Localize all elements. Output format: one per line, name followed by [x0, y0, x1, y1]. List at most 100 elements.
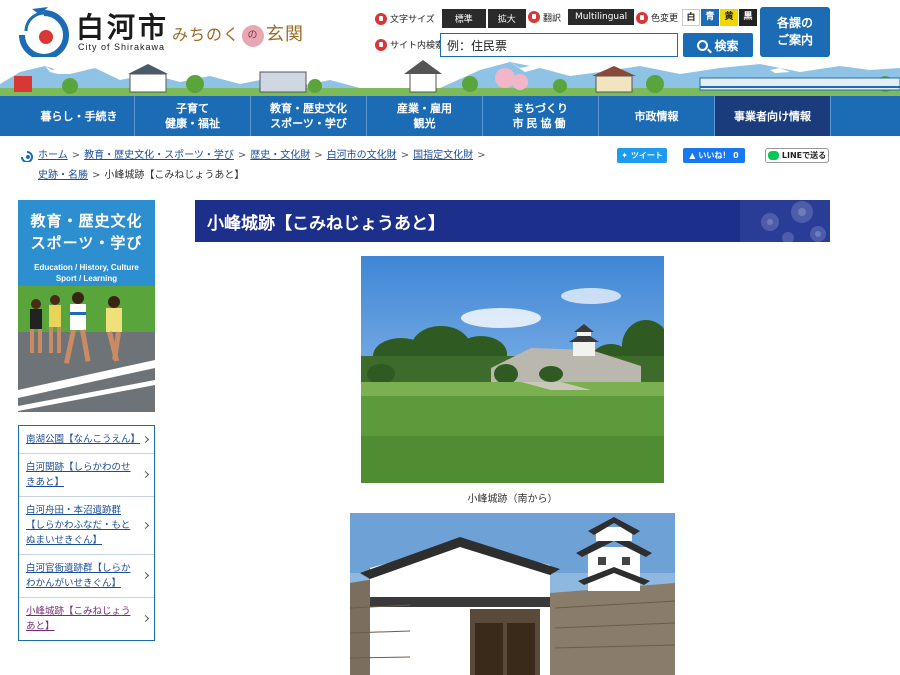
- site-search-label: サイト内検索: [375, 38, 444, 51]
- global-navigation: 暮らし・手続き 子育て 健康・福祉 教育・歴史文化 スポーツ・学び 産業・雇用 …: [0, 96, 900, 136]
- page-title: 小峰城跡【こみねじょうあと】: [195, 200, 830, 242]
- breadcrumb-historic-sites[interactable]: 史跡・名勝: [38, 170, 88, 181]
- breadcrumb: ホーム > 教育・歴史文化・スポーツ・学び > 歴史・文化財 > 白河市の文化財 > 国指定文化…: [20, 146, 600, 186]
- font-size-control: 文字サイズ 標準 拡大: [375, 9, 526, 28]
- breadcrumb-current: 小峰城跡【こみねじょうあと】: [104, 170, 245, 181]
- nav-item-label: 教育・歴史文化: [270, 102, 347, 115]
- nav-item-city-info[interactable]: 市政情報: [599, 96, 715, 136]
- nav-item-business[interactable]: 事業者向け情報: [715, 96, 831, 136]
- photo-caption: 小峰城跡（南から）: [467, 494, 558, 505]
- search-input[interactable]: 例：住民票: [440, 33, 678, 57]
- nav-item-label: 市民協働: [512, 117, 569, 130]
- breadcrumb-home[interactable]: ホーム: [38, 150, 68, 161]
- banner-caption: 教育・歴史文化 スポーツ・学び Education / History, Cul…: [18, 200, 155, 284]
- color-change-control: 色変更 白 青 黄 黒: [636, 9, 758, 26]
- sidebar-item-label: 白河関跡【しらかわのせきあと】: [26, 462, 131, 488]
- breadcrumb-separator: >: [400, 150, 410, 161]
- banner-title-line: スポーツ・学び: [30, 234, 143, 252]
- color-black-button[interactable]: 黒: [739, 9, 758, 26]
- city-emblem-icon[interactable]: [18, 5, 70, 57]
- sidebar-item-shirakawa-barrier[interactable]: 白河関跡【しらかわのせきあと】: [19, 454, 154, 497]
- search-button-label: 検索: [714, 38, 739, 53]
- line-share-label: LINEで送る: [781, 151, 827, 160]
- chevron-right-icon: [141, 614, 150, 623]
- sidebar-item-label: 白河舟田・本沼遺跡群【しらかわふなだ・もとぬまいせきぐん】: [26, 505, 131, 546]
- search-label-icon: [375, 38, 387, 51]
- search-button[interactable]: 検索: [683, 33, 753, 57]
- facebook-like-label: いいね！ 0: [698, 151, 739, 160]
- nav-item-label: 産業・雇用: [397, 102, 452, 115]
- banner-title-line: 教育・歴史文化: [30, 212, 143, 230]
- chevron-right-icon: [141, 571, 150, 580]
- font-large-button[interactable]: 拡大: [487, 9, 526, 28]
- chevron-right-icon: [141, 521, 150, 529]
- font-size-label: 文字サイズ: [390, 15, 435, 25]
- nav-item-label: 市政情報: [634, 109, 679, 123]
- search-icon: [697, 39, 709, 51]
- category-banner[interactable]: 教育・歴史文化 スポーツ・学び Education / History, Cul…: [18, 200, 155, 412]
- city-slogan: みちのくの玄関: [172, 20, 304, 47]
- nav-item-label: 観光: [413, 117, 436, 130]
- sidebar-item-komine-castle[interactable]: 小峰城跡【こみねじょうあと】: [19, 598, 154, 640]
- translate-label: 翻訳: [543, 13, 562, 24]
- banner-title-jp: 教育・歴史文化 スポーツ・学び: [18, 210, 155, 254]
- banner-subtitle-line: Education / History, Culture: [34, 263, 139, 272]
- nav-item-label: 事業者向け情報: [734, 109, 811, 123]
- nav-item-label: スポーツ・学び: [270, 117, 347, 130]
- guide-line2: ご案内: [776, 33, 813, 47]
- font-standard-button[interactable]: 標準: [441, 9, 486, 28]
- sidebar-item-kanga-ruins[interactable]: 白河官衙遺跡群【しらかわかんがいせきぐん】: [19, 555, 154, 598]
- line-icon: [767, 151, 779, 160]
- breadcrumb-separator: >: [92, 170, 101, 181]
- nav-item-education[interactable]: 教育・歴史文化 スポーツ・学び: [251, 96, 367, 136]
- breadcrumb-history-culture[interactable]: 歴史・文化財: [250, 150, 310, 161]
- sidebar-item-label: 南湖公園【なんこうえん】: [26, 434, 141, 445]
- tweet-button[interactable]: ✦ ツイート: [617, 148, 667, 163]
- banner-title-en: Education / History, Culture Sport / Lea…: [18, 262, 155, 284]
- breadcrumb-separator: >: [477, 150, 486, 161]
- font-size-icon: [375, 12, 387, 25]
- thumbs-up-icon: ▲: [689, 151, 696, 160]
- page-title-text: 小峰城跡【こみねじょうあと】: [207, 213, 445, 234]
- nav-item-label: 暮らし・手続き: [40, 109, 118, 123]
- site-logo-title[interactable]: 白河市: [76, 6, 169, 46]
- guide-line1: 各課の: [776, 16, 813, 30]
- nav-item-label: まちづくり: [513, 102, 568, 115]
- breadcrumb-separator: >: [71, 150, 81, 161]
- sidebar-link-list: 南湖公園【なんこうえん】 白河関跡【しらかわのせきあと】 白河舟田・本沼遺跡群【…: [18, 425, 155, 641]
- sidebar-item-nanko-park[interactable]: 南湖公園【なんこうえん】: [19, 426, 154, 454]
- slogan-left: みちのく: [172, 25, 241, 44]
- department-guide-button[interactable]: 各課の ご案内: [760, 7, 830, 57]
- breadcrumb-education[interactable]: 教育・歴史文化・スポーツ・学び: [84, 150, 234, 161]
- color-blue-button[interactable]: 青: [701, 9, 720, 26]
- multilingual-button[interactable]: Multilingual: [568, 9, 635, 25]
- line-share-button[interactable]: LINEで送る: [765, 148, 829, 163]
- color-change-icon: [636, 11, 648, 24]
- nav-item-living[interactable]: 暮らし・手続き: [24, 96, 135, 136]
- tweet-button-label: ツイート: [630, 151, 663, 160]
- color-yellow-button[interactable]: 黄: [720, 9, 739, 26]
- sidebar-item-label: 白河官衙遺跡群【しらかわかんがいせきぐん】: [26, 563, 131, 589]
- nav-item-childcare[interactable]: 子育て 健康・福祉: [135, 96, 251, 136]
- sidebar-item-funada-motonuma[interactable]: 白河舟田・本沼遺跡群【しらかわふなだ・もとぬまいせきぐん】: [19, 497, 154, 555]
- nav-item-industry[interactable]: 産業・雇用 観光: [367, 96, 483, 136]
- nav-item-label: 健康・福祉: [165, 117, 220, 130]
- nav-item-community[interactable]: まちづくり 市民協働: [483, 96, 599, 136]
- breadcrumb-national-properties[interactable]: 国指定文化財: [413, 150, 473, 161]
- translate-icon: [528, 11, 540, 23]
- breadcrumb-city-cultural-properties[interactable]: 白河市の文化財: [327, 150, 397, 161]
- nav-item-label: 子育て: [176, 102, 209, 115]
- breadcrumb-separator: >: [237, 150, 247, 161]
- home-icon: [21, 151, 33, 162]
- site-header: 白河市 City of Shirakawa みちのくの玄関 文字サイズ 標準 拡…: [0, 0, 900, 96]
- slogan-right: 玄関: [266, 24, 305, 45]
- bird-icon: ✦: [621, 151, 628, 160]
- translate-control: 翻訳 Multilingual: [528, 9, 635, 25]
- site-search-label-text: サイト内検索: [390, 41, 445, 51]
- slogan-flower-mark: の: [242, 24, 265, 47]
- facebook-like-button[interactable]: ▲ いいね！ 0: [683, 148, 745, 163]
- komine-castle-south-photo: [361, 256, 664, 483]
- color-change-label: 色変更: [651, 14, 679, 24]
- site-logo-subtitle: City of Shirakawa: [78, 42, 166, 52]
- color-white-button[interactable]: 白: [682, 9, 701, 26]
